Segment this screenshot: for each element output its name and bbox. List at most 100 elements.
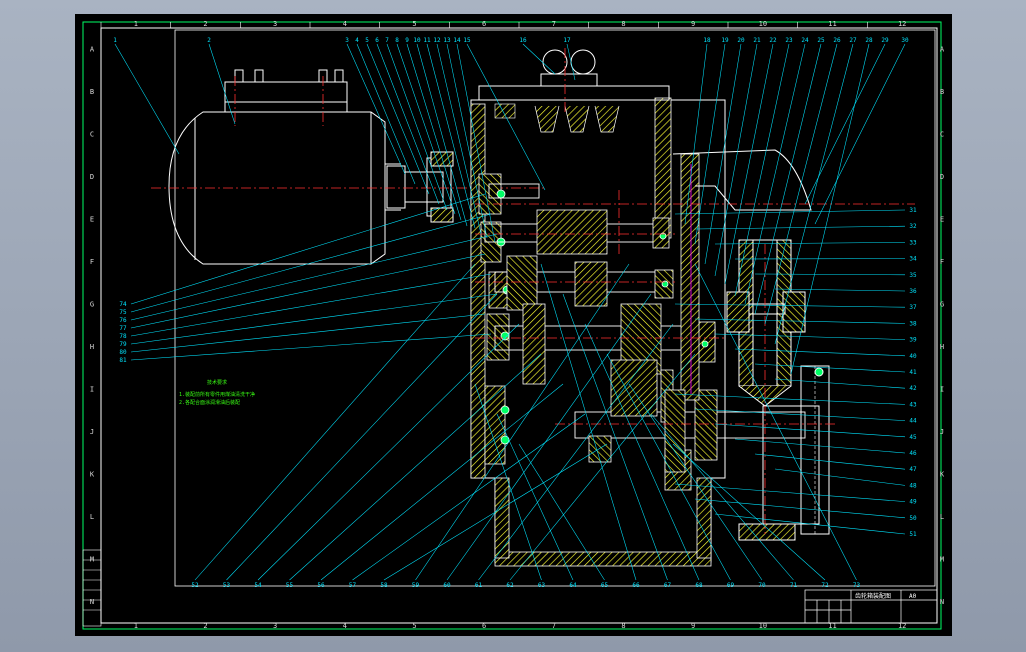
top-zone-tick: 2 bbox=[203, 20, 207, 28]
part-balloon: 47 bbox=[909, 466, 917, 473]
leader-line bbox=[356, 43, 416, 185]
part-balloon: 74 bbox=[119, 301, 127, 308]
leader-line bbox=[130, 273, 492, 337]
part-balloon: 58 bbox=[380, 582, 388, 589]
part-balloon: 71 bbox=[790, 582, 798, 589]
notes-line-1: 1.装配前所有零件用煤油清洗干净 bbox=[179, 391, 255, 398]
part-balloon: 12 bbox=[433, 37, 441, 44]
bottom-zone-tick: 5 bbox=[412, 622, 416, 630]
part-balloon: 61 bbox=[475, 582, 483, 589]
leader-line bbox=[416, 43, 468, 227]
cad-viewport[interactable]: 1 2 3 4 5 6 7 8 9 10 11 12 1 2 3 4 5 6 7 8 9 10 11 12 ABCDEFGH… bbox=[75, 14, 952, 636]
left-zone-tick: M bbox=[90, 555, 94, 563]
part-balloon: 80 bbox=[119, 349, 127, 356]
technical-notes: 技术要求 1.装配前所有零件用煤油清洗干净 2.各配合面涂润滑油后装配 bbox=[179, 379, 255, 406]
leader-line bbox=[774, 43, 854, 345]
part-balloon: 29 bbox=[881, 37, 889, 44]
part-balloon: 42 bbox=[909, 385, 917, 392]
leader-line bbox=[376, 43, 440, 205]
left-zone-tick: E bbox=[90, 215, 94, 223]
part-balloon: 48 bbox=[909, 482, 917, 489]
part-balloon: 64 bbox=[569, 582, 577, 589]
left-zone-tick: G bbox=[90, 300, 94, 308]
bottom-zone-tick: 9 bbox=[691, 622, 695, 630]
top-zone-tick: 9 bbox=[691, 20, 695, 28]
part-balloon: 37 bbox=[909, 304, 917, 311]
leader-line bbox=[366, 43, 430, 195]
leader-line bbox=[674, 209, 906, 215]
part-balloon: 13 bbox=[443, 37, 451, 44]
leader-line bbox=[396, 43, 456, 215]
part-balloon: 26 bbox=[833, 37, 841, 44]
left-zone-tick: C bbox=[90, 130, 94, 138]
part-balloon: 21 bbox=[753, 37, 761, 44]
right-zone-tick: J bbox=[940, 428, 944, 436]
top-zone-tick: 8 bbox=[621, 20, 625, 28]
part-balloon: 8 bbox=[395, 37, 399, 44]
leader-line bbox=[566, 43, 576, 81]
left-zone-tick: B bbox=[90, 88, 94, 96]
part-balloon: 66 bbox=[632, 582, 640, 589]
top-zone-tick: 5 bbox=[412, 20, 416, 28]
bottom-zone-tick: 4 bbox=[343, 622, 347, 630]
right-zone-tick: C bbox=[940, 130, 944, 138]
leader-line bbox=[386, 43, 448, 211]
right-zone-tick: H bbox=[940, 343, 944, 351]
leader-line bbox=[790, 43, 870, 375]
bottom-zone-tick: 6 bbox=[482, 622, 486, 630]
top-zone-tick: 3 bbox=[273, 20, 277, 28]
part-balloon: 39 bbox=[909, 337, 917, 344]
part-balloon: 73 bbox=[853, 582, 861, 589]
part-balloon: 38 bbox=[909, 320, 917, 327]
part-balloon: 76 bbox=[119, 317, 127, 324]
part-balloon: 9 bbox=[405, 37, 409, 44]
part-balloon: 17 bbox=[563, 37, 571, 44]
left-zone-tick: K bbox=[90, 470, 95, 478]
leader-line bbox=[814, 43, 906, 225]
part-balloon: 65 bbox=[601, 582, 609, 589]
part-balloon: 43 bbox=[909, 401, 917, 408]
part-balloon: 52 bbox=[191, 582, 199, 589]
notes-line-2: 2.各配合面涂润滑油后装配 bbox=[179, 399, 240, 406]
assembly-drawing: 1 2 3 4 5 6 7 8 9 10 11 12 1 2 3 4 5 6 7 8 9 10 11 12 ABCDEFGH… bbox=[82, 20, 945, 630]
part-balloon: 49 bbox=[909, 499, 917, 506]
part-balloon: 54 bbox=[254, 582, 262, 589]
leader-line bbox=[764, 43, 838, 325]
right-zone-tick: L bbox=[940, 513, 944, 521]
motor-centerlines bbox=[151, 76, 545, 189]
part-balloon: 19 bbox=[721, 37, 729, 44]
part-balloon: 18 bbox=[703, 37, 711, 44]
part-balloon: 53 bbox=[223, 582, 231, 589]
part-balloon: 16 bbox=[519, 37, 527, 44]
right-zone-tick: F bbox=[940, 258, 944, 266]
leader-line bbox=[522, 43, 556, 75]
part-balloon: 22 bbox=[769, 37, 777, 44]
part-balloon: 23 bbox=[785, 37, 793, 44]
part-balloon: 35 bbox=[909, 272, 917, 279]
right-zone-tick: N bbox=[940, 598, 944, 606]
top-zone-tick: 12 bbox=[898, 20, 906, 28]
part-balloon: 56 bbox=[317, 582, 325, 589]
left-zone-tick: A bbox=[90, 45, 95, 53]
leader-line bbox=[754, 453, 906, 470]
part-balloon: 70 bbox=[758, 582, 766, 589]
leader-line bbox=[804, 43, 886, 205]
part-balloon: 50 bbox=[909, 515, 917, 522]
part-balloon: 60 bbox=[443, 582, 451, 589]
left-zone-tick: H bbox=[90, 343, 94, 351]
leader-line bbox=[478, 323, 674, 581]
part-balloon: 6 bbox=[375, 37, 379, 44]
top-zone-tick: 7 bbox=[552, 20, 556, 28]
part-balloon: 24 bbox=[801, 37, 809, 44]
top-zone-tick: 11 bbox=[828, 20, 836, 28]
leader-line bbox=[130, 333, 492, 361]
leader-line bbox=[774, 378, 906, 389]
left-zone-tick: N bbox=[90, 598, 94, 606]
bottom-zone-tick: 7 bbox=[552, 622, 556, 630]
leader-line bbox=[734, 438, 906, 454]
leader-line bbox=[694, 408, 906, 421]
left-zone-tick: I bbox=[90, 385, 94, 393]
part-balloon: 77 bbox=[119, 325, 127, 332]
right-zone-tick: D bbox=[940, 173, 944, 181]
leader-line bbox=[734, 348, 906, 357]
